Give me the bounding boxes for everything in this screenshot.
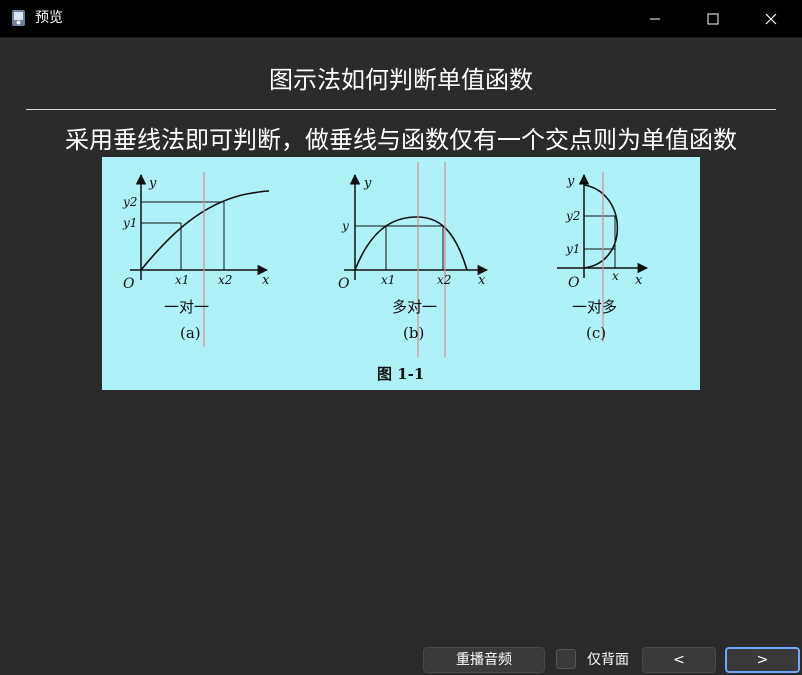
panel-b-tick-x1: x1 xyxy=(381,273,395,287)
panel-b-axis-x-label: x xyxy=(478,273,486,288)
window-title: 预览 xyxy=(35,10,63,26)
page-subtitle: 采用垂线法即可判断，做垂线与函数仅有一个交点则为单值函数 xyxy=(65,126,737,154)
panel-a-axis-y-label: y xyxy=(148,176,157,191)
panel-b-tick-x2: x2 xyxy=(437,273,451,287)
minimize-button[interactable] xyxy=(626,0,684,37)
panel-a-tick-y2: y2 xyxy=(122,195,137,209)
panel-c-axis-y-label: y xyxy=(566,174,575,189)
page-title: 图示法如何判断单值函数 xyxy=(269,66,533,94)
app-icon xyxy=(10,9,28,27)
panel-a-tick-y1: y1 xyxy=(122,216,137,230)
panel-c-curve xyxy=(583,184,619,269)
figure-caption: 图 1-1 xyxy=(377,365,424,383)
panel-c-tick-y2: y2 xyxy=(565,209,580,223)
back-only-checkbox[interactable] xyxy=(556,649,576,669)
panel-c-tick-y1: y1 xyxy=(565,242,580,256)
maximize-icon xyxy=(707,13,719,24)
panel-c-relation: 一对多 xyxy=(572,298,617,316)
close-icon xyxy=(765,13,777,24)
panel-b: y x O x1 x2 y 多对一 (b) xyxy=(338,162,489,357)
panel-a-axis-x-label: x xyxy=(262,273,270,288)
panel-a-tick-x2: x2 xyxy=(218,273,232,287)
title-divider xyxy=(26,109,776,110)
panel-b-axis-y-label: y xyxy=(363,176,372,191)
replay-audio-button[interactable]: 重播音频 xyxy=(423,647,545,673)
function-figure: y x O x1 x2 y1 y2 一对一 (a) y x O x1 x2 y xyxy=(102,157,700,390)
panel-c-origin-label: O xyxy=(568,275,580,291)
panel-a-label: (a) xyxy=(180,324,201,342)
panel-b-origin-label: O xyxy=(338,276,350,292)
panel-a-tick-x1: x1 xyxy=(175,273,189,287)
window-titlebar: 预览 xyxy=(0,0,802,38)
previous-button[interactable]: < xyxy=(642,647,716,673)
panel-b-label: (b) xyxy=(403,324,424,342)
back-only-label: 仅背面 xyxy=(587,652,629,668)
panel-a-origin-label: O xyxy=(123,276,135,292)
panel-a-relation: 一对一 xyxy=(164,298,209,316)
panel-b-curve xyxy=(354,216,468,271)
panel-c-axis-x-label: x xyxy=(635,273,643,288)
maximize-button[interactable] xyxy=(684,0,742,37)
panel-c: y x O x y2 y1 一对多 (c) xyxy=(557,172,649,342)
minimize-icon xyxy=(650,18,660,19)
figure-illustration: y x O x1 x2 y1 y2 一对一 (a) y x O x1 x2 y xyxy=(122,162,649,383)
panel-b-tick-y: y xyxy=(341,219,349,233)
panel-b-relation: 多对一 xyxy=(392,298,437,316)
panel-c-label: (c) xyxy=(586,324,606,342)
panel-a: y x O x1 x2 y1 y2 一对一 (a) xyxy=(122,172,270,347)
close-button[interactable] xyxy=(742,0,800,37)
next-button[interactable]: > xyxy=(725,647,800,673)
panel-c-tick-x: x xyxy=(612,269,619,283)
panel-a-curve xyxy=(140,190,270,271)
footer-toolbar: 重播音频 仅背面 < > xyxy=(0,643,802,675)
